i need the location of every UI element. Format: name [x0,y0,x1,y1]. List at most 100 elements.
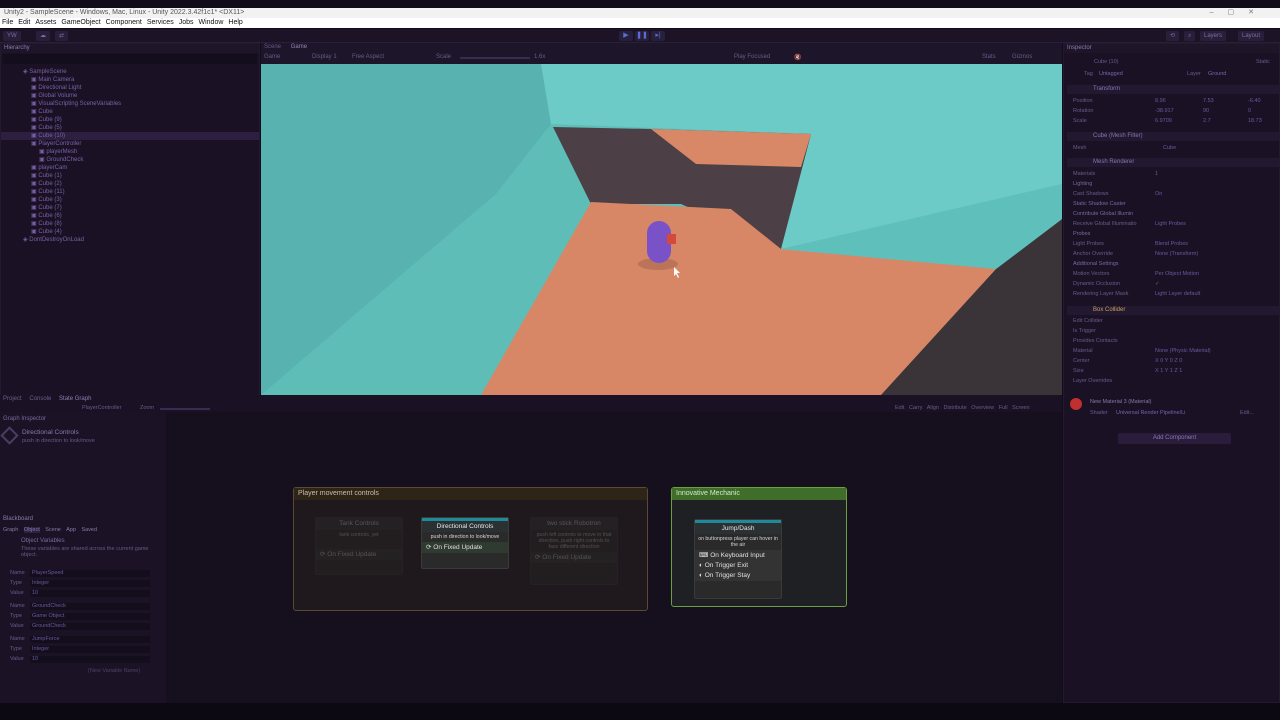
gizmos-dropdown[interactable]: Gizmos [1012,54,1032,60]
mesh-renderer-value[interactable]: ✓ [1155,281,1160,287]
rotation-z[interactable]: 0 [1248,108,1251,114]
tab-object-vars[interactable]: Object [23,527,40,533]
scale-slider[interactable] [460,57,530,59]
step-button[interactable]: ▸| [651,31,665,41]
tab-scene[interactable]: Scene [264,44,281,50]
new-variable-input[interactable]: (New Variable Name) [88,668,140,674]
hierarchy-item[interactable]: ▣ Cube [1,108,259,116]
tab-project[interactable]: Project [3,396,22,402]
variable-value-field[interactable]: 10 [30,590,150,597]
node-directional-controls[interactable]: Directional Controls push in direction t… [421,517,509,569]
node-two-stick-robotron[interactable]: two stick Robotron push left controls to… [530,517,618,585]
audio-mute-icon[interactable]: 🔇 [794,54,801,61]
hierarchy-item[interactable]: ▣ Cube (5) [1,124,259,132]
hierarchy-item[interactable]: ▣ Cube (6) [1,212,259,220]
menu-help[interactable]: Help [228,19,242,26]
tab-state-graph[interactable]: State Graph [59,396,91,402]
layout-dropdown[interactable]: Layout [1238,31,1265,41]
window-controls[interactable]: –▢✕ [1210,8,1268,18]
history-icon[interactable]: ⟲ [1166,31,1180,41]
box-collider-value[interactable]: X 0 Y 0 Z 0 [1155,358,1182,364]
mesh-renderer-value[interactable]: Per Object Motion [1155,271,1199,277]
cloud-icon[interactable]: ☁ [36,31,50,41]
tag-dropdown[interactable]: Untagged [1099,71,1123,77]
edit-button[interactable]: Edit [895,405,904,411]
hierarchy-item[interactable]: ▣ playerCam [1,164,259,172]
object-name-field[interactable]: Cube (10) [1094,59,1118,65]
aspect-dropdown[interactable]: Free Aspect [352,54,384,60]
variable-name-field[interactable]: GroundCheck [30,603,150,610]
menu-window[interactable]: Window [199,19,224,26]
static-toggle[interactable]: Static [1256,59,1270,65]
tab-console[interactable]: Console [29,396,51,402]
pause-button[interactable]: ❚❚ [635,31,649,41]
menu-file[interactable]: File [2,19,13,26]
tab-game[interactable]: Game [291,44,307,50]
hierarchy-item[interactable]: ▣ Cube (1) [1,172,259,180]
hierarchy-item[interactable]: ▣ GroundCheck [1,156,259,164]
play-focused-dropdown[interactable]: Play Focused [734,54,770,60]
hierarchy-item[interactable]: ▣ Main Camera [1,76,259,84]
play-button[interactable]: ▶ [619,31,633,41]
mesh-renderer-value[interactable]: Blend Probes [1155,241,1188,247]
variable-name-field[interactable]: PlayerSpeed [30,570,150,577]
mesh-renderer-value[interactable]: None (Transform) [1155,251,1198,257]
hierarchy-item[interactable]: ▣ Cube (8) [1,220,259,228]
game-viewport[interactable] [261,64,1062,395]
position-y[interactable]: 7.53 [1203,98,1214,104]
search-icon[interactable]: ⌕ [1184,31,1196,41]
box-collider-value[interactable]: None (Physic Material) [1155,348,1211,354]
scale-z[interactable]: 18.73 [1248,118,1262,124]
display-dropdown[interactable]: Display 1 [312,54,337,60]
variable-type-field[interactable]: Integer [30,646,150,653]
layers-dropdown[interactable]: Layers [1200,31,1227,41]
zoom-slider[interactable] [160,408,210,410]
stats-button[interactable]: Stats [982,54,996,60]
mesh-renderer-value[interactable]: 1 [1155,171,1158,177]
tab-saved-vars[interactable]: Saved [81,527,97,533]
menu-jobs[interactable]: Jobs [179,19,194,26]
tab-app-vars[interactable]: App [66,527,76,533]
menu-edit[interactable]: Edit [18,19,30,26]
distribute-dropdown[interactable]: Distribute [943,405,966,411]
collab-icon[interactable]: ⇄ [55,31,69,41]
mesh-renderer-value[interactable]: On [1155,191,1162,197]
graph-canvas[interactable]: Player movement controls Innovative Mech… [166,412,1062,703]
hierarchy-item[interactable]: ◈ SampleScene [1,68,259,76]
hierarchy-item[interactable]: ▣ VisualScripting SceneVariables [1,100,259,108]
variable-value-field[interactable]: GroundCheck [30,623,150,630]
tab-inspector[interactable]: Inspector [1067,45,1092,51]
variable-value-field[interactable]: 10 [30,656,150,663]
tab-graph-vars[interactable]: Graph [3,527,18,533]
hierarchy-item[interactable]: ▣ Cube (3) [1,196,259,204]
menu-gameobject[interactable]: GameObject [61,19,100,26]
mesh-field[interactable]: Cube [1163,145,1176,151]
variable-type-field[interactable]: Game Object [30,613,150,620]
variable-type-field[interactable]: Integer [30,580,150,587]
hierarchy-item[interactable]: ▣ Global Volume [1,92,259,100]
tab-scene-vars[interactable]: Scene [45,527,61,533]
tab-hierarchy[interactable]: Hierarchy [4,45,30,51]
scale-y[interactable]: 2.7 [1203,118,1211,124]
align-dropdown[interactable]: Align [927,405,939,411]
carry-button[interactable]: Carry [909,405,922,411]
menu-assets[interactable]: Assets [35,19,56,26]
material-name[interactable]: New Material 3 (Material) [1090,399,1151,405]
position-z[interactable]: -6.40 [1248,98,1261,104]
add-component-button[interactable]: Add Component [1118,433,1231,444]
position-x[interactable]: 8.96 [1155,98,1166,104]
mesh-renderer-value[interactable]: Light Probes [1155,221,1186,227]
hierarchy-search-input[interactable] [3,54,257,64]
variable-name-field[interactable]: JumpForce [30,636,150,643]
box-collider-header[interactable]: Box Collider [1067,306,1279,315]
graph-breadcrumb[interactable]: PlayerController [82,405,121,411]
hierarchy-item[interactable]: ◈ DontDestroyOnLoad [1,236,259,244]
display-mode-dropdown[interactable]: Game [264,54,280,60]
hierarchy-item[interactable]: ▣ Cube (4) [1,228,259,236]
shader-dropdown[interactable]: Universal Render Pipeline/Li [1116,410,1185,416]
shader-edit-button[interactable]: Edit... [1240,410,1254,416]
mesh-renderer-value[interactable]: Light Layer default [1155,291,1200,297]
menu-services[interactable]: Services [147,19,174,26]
rotation-y[interactable]: 90 [1203,108,1209,114]
rotation-x[interactable]: -38.917 [1155,108,1174,114]
